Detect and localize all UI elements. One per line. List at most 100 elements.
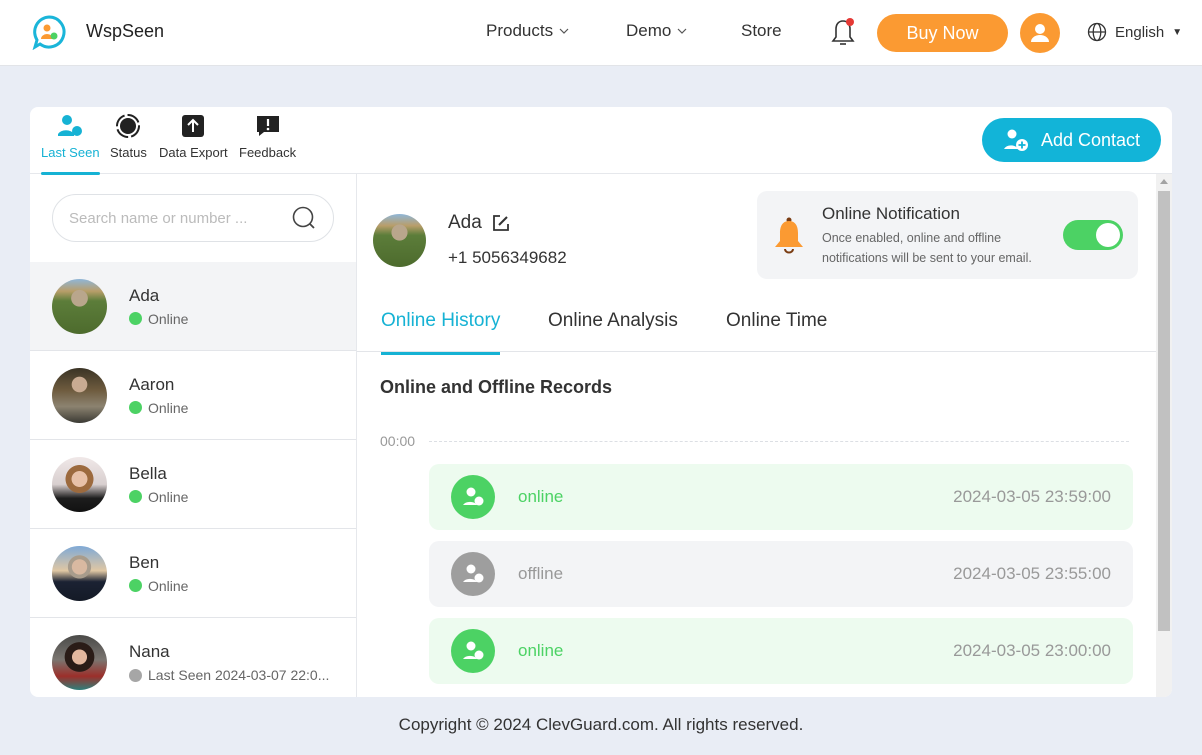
online-status-dot <box>129 490 142 503</box>
online-user-icon <box>451 629 495 673</box>
contact-item-ben[interactable]: Ben Online <box>30 529 356 618</box>
scrollbar-thumb[interactable] <box>1158 191 1170 631</box>
contact-status: Online <box>148 399 189 416</box>
search-box <box>52 194 334 242</box>
contact-status: Online <box>148 310 189 327</box>
contact-name: Ada <box>129 285 160 305</box>
card-toolbar: Last Seen Status Data Export Feedback Ad… <box>30 107 1172 175</box>
bell-icon <box>775 217 803 254</box>
timeline-time-marker: 00:00 <box>380 433 416 449</box>
wspseen-logo-icon[interactable] <box>31 14 67 51</box>
timeline-divider <box>429 441 1129 442</box>
tab-online-history[interactable]: Online History <box>381 310 501 355</box>
notification-badge <box>846 18 854 26</box>
contacts-sidebar: Ada Online Aaron Online Bella Online Ben… <box>30 174 357 697</box>
nav-products-label: Products <box>486 21 554 40</box>
notification-bell-icon[interactable] <box>830 17 856 49</box>
detail-tabs: Online History Online Analysis Online Ti… <box>357 284 1156 355</box>
user-icon <box>1031 24 1049 42</box>
offline-user-icon <box>451 552 495 596</box>
tool-last-seen[interactable]: Last Seen <box>41 113 100 175</box>
selected-contact-phone: +1 5056349682 <box>448 248 567 267</box>
online-status-dot <box>129 401 142 414</box>
contact-detail-pane: Ada +1 5056349682 Online Notification On… <box>357 174 1156 697</box>
brand-name[interactable]: WspSeen <box>86 21 164 42</box>
nav-products[interactable]: Products <box>486 21 569 41</box>
selected-contact-name: Ada <box>448 212 482 233</box>
add-user-icon <box>1003 129 1028 151</box>
tool-status-label: Status <box>110 145 147 160</box>
users-icon <box>57 113 83 139</box>
record-time: 2024-03-05 23:00:00 <box>953 641 1111 660</box>
language-label: English <box>1115 23 1165 41</box>
online-status-dot <box>129 579 142 592</box>
avatar <box>52 278 107 334</box>
record-status: offline <box>518 564 564 583</box>
online-status-dot <box>129 312 142 325</box>
main-card: Last Seen Status Data Export Feedback Ad… <box>30 107 1172 697</box>
top-navigation-bar: WspSeen Products Demo Store Buy Now Engl… <box>0 0 1202 66</box>
upload-icon <box>180 113 206 139</box>
record-time: 2024-03-05 23:59:00 <box>953 487 1111 506</box>
user-account-button[interactable] <box>1020 13 1060 53</box>
caret-down-icon: ▼ <box>1172 26 1183 38</box>
tab-online-analysis[interactable]: Online Analysis <box>548 310 678 352</box>
language-selector[interactable]: English ▼ <box>1087 22 1182 42</box>
feedback-icon <box>255 113 281 139</box>
section-title: Online and Offline Records <box>380 377 613 397</box>
record-status: online <box>518 641 564 660</box>
tool-data-export[interactable]: Data Export <box>159 113 228 160</box>
online-notification-panel: Online Notification Once enabled, online… <box>757 191 1138 279</box>
tool-feedback[interactable]: Feedback <box>239 113 296 160</box>
contact-item-bella[interactable]: Bella Online <box>30 440 356 529</box>
edit-icon[interactable] <box>492 214 510 232</box>
online-user-icon <box>451 475 495 519</box>
buy-now-button[interactable]: Buy Now <box>877 14 1008 52</box>
record-row: online 2024-03-05 23:00:00 <box>429 618 1133 684</box>
tool-feedback-label: Feedback <box>239 145 297 160</box>
offline-status-dot <box>129 668 142 682</box>
chevron-down-icon <box>559 28 569 34</box>
tool-last-seen-label: Last Seen <box>41 145 100 160</box>
contact-status: Last Seen 2024-03-07 22:0... <box>148 667 330 683</box>
status-icon <box>115 113 141 139</box>
contact-item-ada[interactable]: Ada Online <box>30 262 356 351</box>
selected-contact-name-row: Ada <box>448 212 510 234</box>
nav-store[interactable]: Store <box>741 21 782 41</box>
record-row: offline 2024-03-05 23:55:00 <box>429 541 1133 607</box>
tool-data-export-label: Data Export <box>159 145 228 160</box>
contact-name: Nana <box>129 642 170 661</box>
record-status: online <box>518 487 564 506</box>
contact-item-nana[interactable]: Nana Last Seen 2024-03-07 22:0... <box>30 618 356 697</box>
scroll-up-arrow-icon[interactable] <box>1160 179 1168 184</box>
toggle-knob <box>1096 223 1120 247</box>
selected-contact-avatar <box>373 214 426 267</box>
contact-name: Bella <box>129 463 167 483</box>
online-notification-toggle[interactable] <box>1063 220 1123 250</box>
notification-description: Once enabled, online and offline notific… <box>822 231 1032 265</box>
tool-status[interactable]: Status <box>110 113 147 160</box>
search-icon[interactable] <box>291 205 317 231</box>
contact-name: Ben <box>129 552 160 572</box>
avatar <box>52 367 107 423</box>
tab-online-time[interactable]: Online Time <box>726 310 827 352</box>
add-contact-button[interactable]: Add Contact <box>982 118 1161 162</box>
contact-item-aaron[interactable]: Aaron Online <box>30 351 356 440</box>
add-contact-label: Add Contact <box>1040 129 1141 150</box>
footer-copyright: Copyright © 2024 ClevGuard.com. All righ… <box>398 715 804 734</box>
search-input[interactable] <box>69 209 291 227</box>
nav-store-label: Store <box>741 21 782 40</box>
avatar <box>52 545 107 601</box>
nav-demo[interactable]: Demo <box>626 21 687 41</box>
contact-status: Online <box>148 488 189 505</box>
chevron-down-icon <box>677 28 687 34</box>
contact-name: Aaron <box>129 374 175 394</box>
nav-demo-label: Demo <box>626 21 672 40</box>
contact-status: Online <box>148 577 189 594</box>
detail-scrollbar[interactable] <box>1156 174 1172 697</box>
notification-title: Online Notification <box>822 204 960 223</box>
avatar <box>52 456 107 512</box>
record-row: online 2024-03-05 23:59:00 <box>429 464 1133 530</box>
globe-icon <box>1087 22 1107 42</box>
record-time: 2024-03-05 23:55:00 <box>953 564 1111 583</box>
